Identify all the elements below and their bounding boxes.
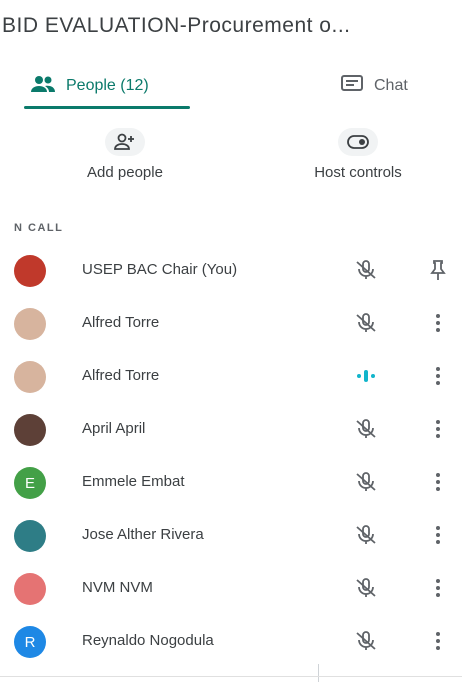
participant-row[interactable]: R Reynaldo Nogodula: [0, 615, 462, 668]
participant-name: Alfred Torre: [82, 367, 160, 384]
participant-name: Jose Alther Rivera: [82, 526, 204, 543]
add-person-icon: [105, 128, 145, 156]
participant-name: Reynaldo Nogodula: [82, 632, 214, 649]
tab-chat-label: Chat: [374, 77, 408, 94]
chat-icon: [340, 74, 364, 99]
mic-off-icon: [352, 521, 380, 549]
participant-name: NVM NVM: [82, 579, 153, 596]
mic-off-icon: [352, 256, 380, 284]
mic-off-icon: [352, 574, 380, 602]
action-bar: Add people Host controls: [0, 128, 462, 198]
mic-off-icon: [352, 627, 380, 655]
toggle-icon: [338, 128, 378, 156]
participant-row[interactable]: April April: [0, 403, 462, 456]
participant-row[interactable]: NVM NVM: [0, 562, 462, 615]
mic-off-icon: [352, 309, 380, 337]
avatar: [14, 414, 46, 446]
tab-bar: People (12) Chat: [0, 62, 462, 112]
participant-row[interactable]: Jose Alther Rivera: [0, 509, 462, 562]
participant-row[interactable]: USEP BAC Chair (You): [0, 244, 462, 297]
add-people-label: Add people: [87, 164, 163, 181]
more-options-icon[interactable]: [426, 362, 450, 390]
avatar: [14, 573, 46, 605]
speaking-indicator-icon: [352, 362, 380, 390]
participant-row[interactable]: E Emmele Embat: [0, 456, 462, 509]
active-tab-indicator: [24, 106, 190, 109]
mic-off-icon: [352, 468, 380, 496]
more-options-icon[interactable]: [426, 627, 450, 655]
more-options-icon[interactable]: [426, 468, 450, 496]
participant-name: Alfred Torre: [82, 314, 160, 331]
participant-name: Emmele Embat: [82, 473, 185, 490]
avatar: R: [14, 626, 46, 658]
pin-icon[interactable]: [426, 256, 450, 284]
people-icon: [30, 75, 56, 98]
tab-people[interactable]: People (12): [30, 62, 149, 110]
participant-name: USEP BAC Chair (You): [82, 261, 238, 278]
avatar: [14, 520, 46, 552]
more-options-icon[interactable]: [426, 415, 450, 443]
divider: [318, 664, 319, 682]
participant-list: USEP BAC Chair (You) Alfred Torre Alfred…: [0, 244, 462, 668]
meeting-title: BID EVALUATION-Procurement o...: [2, 14, 351, 37]
avatar: [14, 255, 46, 287]
tab-chat[interactable]: Chat: [340, 62, 408, 110]
avatar: E: [14, 467, 46, 499]
section-header: N CALL: [14, 222, 64, 234]
more-options-icon[interactable]: [426, 521, 450, 549]
add-people-button[interactable]: Add people: [70, 128, 180, 181]
host-controls-button[interactable]: Host controls: [288, 128, 428, 181]
tab-people-label: People (12): [66, 77, 149, 94]
participant-row[interactable]: Alfred Torre: [0, 297, 462, 350]
avatar: [14, 308, 46, 340]
divider: [0, 676, 462, 677]
participant-row[interactable]: Alfred Torre: [0, 350, 462, 403]
more-options-icon[interactable]: [426, 309, 450, 337]
more-options-icon[interactable]: [426, 574, 450, 602]
participant-name: April April: [82, 420, 146, 437]
mic-off-icon: [352, 415, 380, 443]
host-controls-label: Host controls: [314, 164, 402, 181]
avatar: [14, 361, 46, 393]
